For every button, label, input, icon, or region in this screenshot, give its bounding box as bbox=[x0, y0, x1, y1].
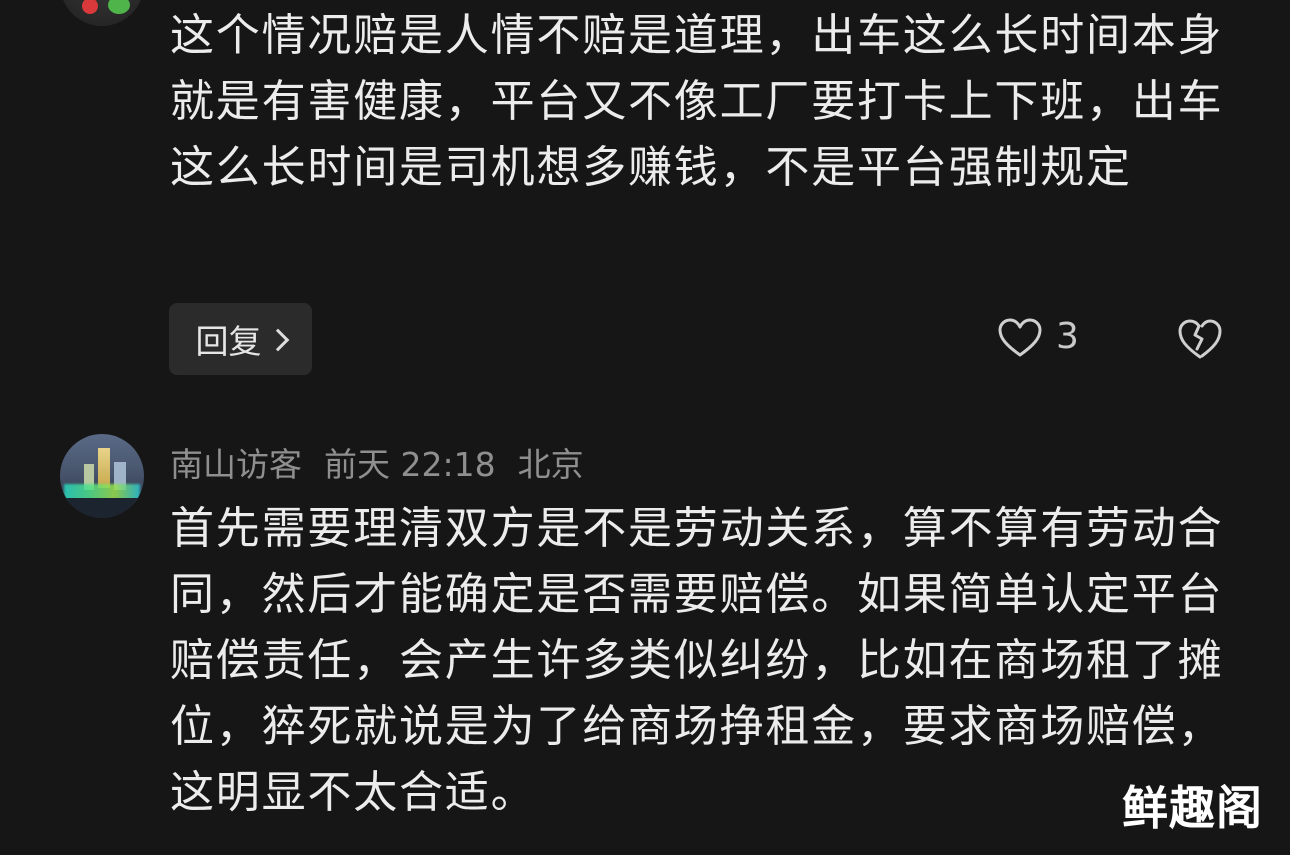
reply-button[interactable]: 回复 bbox=[169, 303, 312, 375]
avatar-decoration bbox=[60, 498, 144, 518]
avatar-decoration bbox=[98, 448, 110, 488]
location: 北京 bbox=[517, 445, 584, 484]
avatar[interactable] bbox=[60, 0, 144, 26]
comment-text: 首先需要理清双方是不是劳动关系，算不算有劳动合同，然后才能确定是否需要赔偿。如果… bbox=[170, 503, 1224, 818]
avatar-decoration bbox=[108, 0, 130, 14]
timestamp: 前天 22:18 bbox=[324, 445, 496, 484]
comment-text: 这个情况赔是人情不赔是道理，出车这么长时间本身就是有害健康，平台又不像工厂要打卡… bbox=[170, 10, 1224, 193]
reply-label: 回复 bbox=[195, 322, 262, 361]
username[interactable]: 南山访客 bbox=[170, 445, 302, 484]
like-count: 3 bbox=[1056, 316, 1079, 357]
avatar[interactable] bbox=[60, 434, 144, 518]
watermark: 鲜趣阁 bbox=[1122, 781, 1263, 835]
heart-icon[interactable] bbox=[998, 318, 1042, 358]
avatar-decoration bbox=[82, 0, 98, 14]
broken-heart-icon[interactable] bbox=[1178, 318, 1222, 360]
chevron-right-icon bbox=[266, 328, 289, 352]
comment-meta: 南山访客 前天 22:18 北京 bbox=[170, 438, 606, 486]
